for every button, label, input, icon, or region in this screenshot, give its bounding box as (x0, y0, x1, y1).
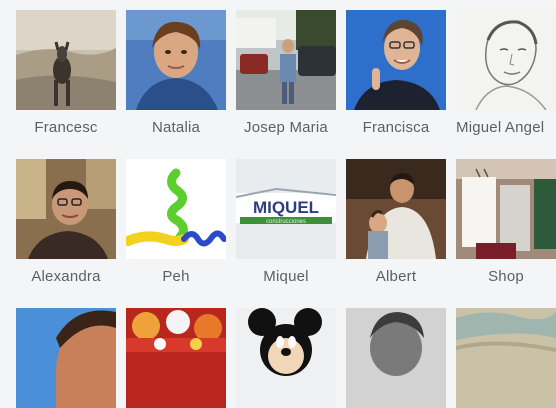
profile-photo-francesc[interactable] (16, 10, 116, 110)
friend-name[interactable]: Josep Maria (230, 119, 342, 136)
pencil-sketch-photo (456, 10, 556, 110)
logo-sub-text: construcciones (266, 219, 306, 225)
drawing-photo (126, 159, 226, 259)
friend-name[interactable]: Alexandra (10, 268, 122, 285)
man-with-child-photo (346, 159, 446, 259)
friend-name[interactable]: Shop (450, 268, 556, 285)
profile-photo-shop[interactable] (456, 159, 556, 259)
woman-glasses-photo (16, 159, 116, 259)
profile-photo-josep-maria[interactable] (236, 10, 336, 110)
miquel-logo-image: MIQUEL construcciones (236, 159, 336, 259)
friend-name[interactable]: Francisca (340, 119, 452, 136)
friends-grid: Francesc Natalia Josep Maria Francisca M… (0, 0, 556, 408)
donkey-photo (16, 10, 116, 110)
street-photo (236, 10, 336, 110)
profile-photo-natalia[interactable] (126, 10, 226, 110)
profile-photo[interactable] (126, 308, 226, 408)
friend-name[interactable]: Albert (340, 268, 452, 285)
sky-portrait-photo (16, 308, 116, 408)
profile-photo-albert[interactable] (346, 159, 446, 259)
woman-portrait-photo (126, 10, 226, 110)
profile-photo[interactable] (346, 308, 446, 408)
friend-name[interactable]: Natalia (120, 119, 232, 136)
profile-photo[interactable] (16, 308, 116, 408)
profile-photo-miquel[interactable]: MIQUEL construcciones (236, 159, 336, 259)
beach-photo (456, 308, 556, 408)
profile-photo[interactable] (456, 308, 556, 408)
profile-photo-alexandra[interactable] (16, 159, 116, 259)
friend-name[interactable]: Francesc (10, 119, 122, 136)
profile-photo[interactable] (236, 308, 336, 408)
profile-photo-miguel-angel[interactable] (456, 10, 556, 110)
bw-portrait-photo (346, 308, 446, 408)
woman-smiling-photo (346, 10, 446, 110)
friend-name[interactable]: Miquel (230, 268, 342, 285)
logo-brand-text: MIQUEL (253, 198, 319, 217)
mouse-character-photo (236, 308, 336, 408)
friend-name[interactable]: Peh (120, 268, 232, 285)
friend-name[interactable]: Miguel Angel (456, 119, 556, 136)
colorful-toys-photo (126, 308, 226, 408)
profile-photo-peh[interactable] (126, 159, 226, 259)
profile-photo-francisca[interactable] (346, 10, 446, 110)
clothing-shop-photo (456, 159, 556, 259)
